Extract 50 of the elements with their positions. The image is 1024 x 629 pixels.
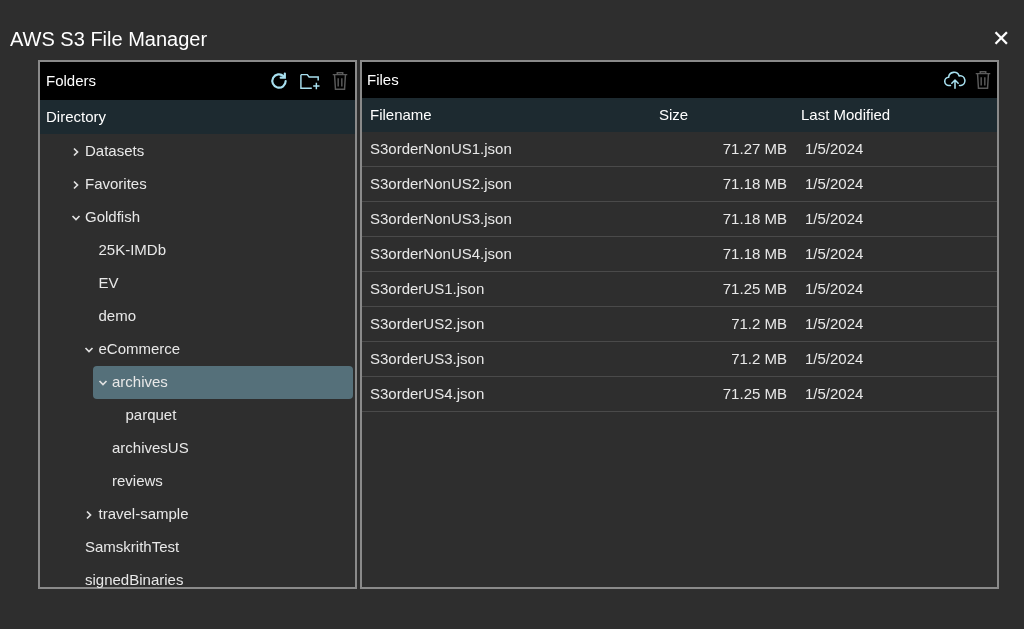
table-cell-text: 71.25 MB <box>721 278 788 299</box>
table-cell-text: 71.18 MB <box>721 173 788 194</box>
tree-item[interactable]: Goldfish <box>66 201 353 234</box>
tree-item[interactable]: archivesUS <box>93 432 353 465</box>
upload-cloud-icon[interactable] <box>944 70 966 90</box>
tree-item[interactable]: Datasets <box>66 135 353 168</box>
table-cell-text: 1/5/2024 <box>804 208 865 229</box>
table-cell-text: 1/5/2024 <box>804 173 865 194</box>
table-cell-text: 71.18 MB <box>721 208 788 229</box>
table-cell-text: 1/5/2024 <box>804 138 865 159</box>
table-cell-text: 71.27 MB <box>721 138 788 159</box>
table-cell-text: 1/5/2024 <box>804 313 865 334</box>
table-cell-text: 71.25 MB <box>721 383 788 404</box>
tree-item[interactable]: Favorites <box>66 168 353 201</box>
table-cell-text: 71.18 MB <box>721 243 788 264</box>
table-cell-text: S3orderUS3.json <box>369 348 486 369</box>
column-header[interactable]: Size <box>652 103 793 127</box>
tree-item[interactable]: SamskrithTest <box>66 531 353 564</box>
new-folder-icon[interactable] <box>299 71 321 91</box>
tree-item[interactable]: travel-sample <box>79 498 353 531</box>
table-cell-text: 71.2 MB <box>730 348 788 369</box>
tree-item[interactable]: reviews <box>93 465 353 498</box>
table-cell-text: 1/5/2024 <box>804 278 865 299</box>
column-header[interactable]: Filename <box>362 103 652 127</box>
table-cell-text: 1/5/2024 <box>804 348 865 369</box>
window-title: AWS S3 File Manager <box>10 27 208 52</box>
tree-item[interactable]: archives <box>93 366 353 399</box>
refresh-icon[interactable] <box>269 71 289 91</box>
tree-item[interactable]: signedBinaries <box>66 564 353 597</box>
chevron-right-icon[interactable] <box>84 509 94 520</box>
table-cell-text: S3orderNonUS1.json <box>369 138 513 159</box>
table-cell-text: S3orderUS1.json <box>369 278 486 299</box>
table-cell-text: S3orderNonUS2.json <box>369 173 513 194</box>
panel-title: Folders <box>46 70 97 91</box>
tree-item[interactable]: EV <box>79 267 353 300</box>
tree-item[interactable]: 25K-IMDb <box>79 234 353 267</box>
panel-title: Files <box>367 69 399 90</box>
table-cell-text: 71.2 MB <box>730 313 788 334</box>
table-cell-text: S3orderNonUS3.json <box>369 208 513 229</box>
table-cell-text: 1/5/2024 <box>804 243 865 264</box>
column-header[interactable]: Last Modified <box>793 103 993 127</box>
tree-item[interactable]: eCommerce <box>79 333 353 366</box>
close-button[interactable]: ✕ <box>992 28 1010 50</box>
table-cell-text: 1/5/2024 <box>804 383 865 404</box>
tree-item[interactable]: demo <box>79 300 353 333</box>
tree-item[interactable]: parquet <box>106 399 353 432</box>
table-cell-text: S3orderNonUS4.json <box>369 243 513 264</box>
table-cell-text: S3orderUS2.json <box>369 313 486 334</box>
directory-header[interactable]: Directory <box>40 100 355 134</box>
table-cell-text: S3orderUS4.json <box>369 383 486 404</box>
